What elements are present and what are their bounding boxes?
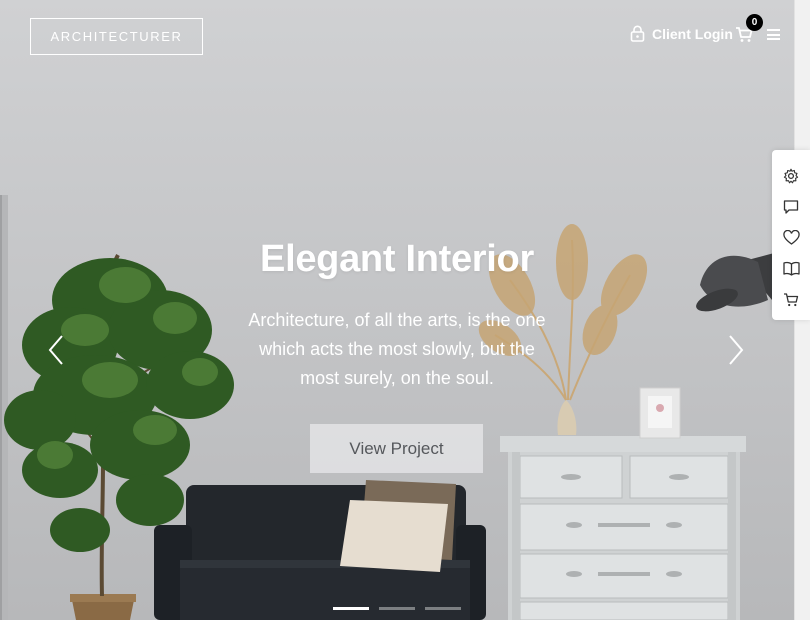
settings-icon[interactable] bbox=[782, 166, 800, 185]
comment-icon[interactable] bbox=[782, 197, 800, 216]
site-logo[interactable]: ARCHITECTURER bbox=[30, 18, 203, 55]
hero-title: Elegant Interior bbox=[260, 238, 534, 280]
chevron-left-icon[interactable] bbox=[47, 334, 65, 366]
cart-count-badge: 0 bbox=[746, 14, 763, 31]
slider-dot[interactable] bbox=[425, 607, 461, 610]
client-login-link[interactable]: Client Login bbox=[630, 25, 733, 42]
lock-icon bbox=[630, 25, 645, 42]
hero-slider: ARCHITECTURER Client Login 0 Elegant Int… bbox=[0, 0, 810, 620]
client-login-label: Client Login bbox=[652, 25, 733, 42]
hamburger-menu-icon[interactable] bbox=[767, 29, 780, 40]
cart-icon[interactable] bbox=[782, 290, 800, 309]
slider-dot[interactable] bbox=[379, 607, 415, 610]
hero-subtitle: Architecture, of all the arts, is the on… bbox=[248, 310, 546, 388]
chevron-right-icon[interactable] bbox=[727, 334, 745, 366]
slider-dot[interactable] bbox=[333, 607, 369, 610]
side-toolbar bbox=[772, 150, 810, 320]
slider-pagination bbox=[333, 607, 461, 610]
view-project-button[interactable]: View Project bbox=[310, 424, 483, 473]
